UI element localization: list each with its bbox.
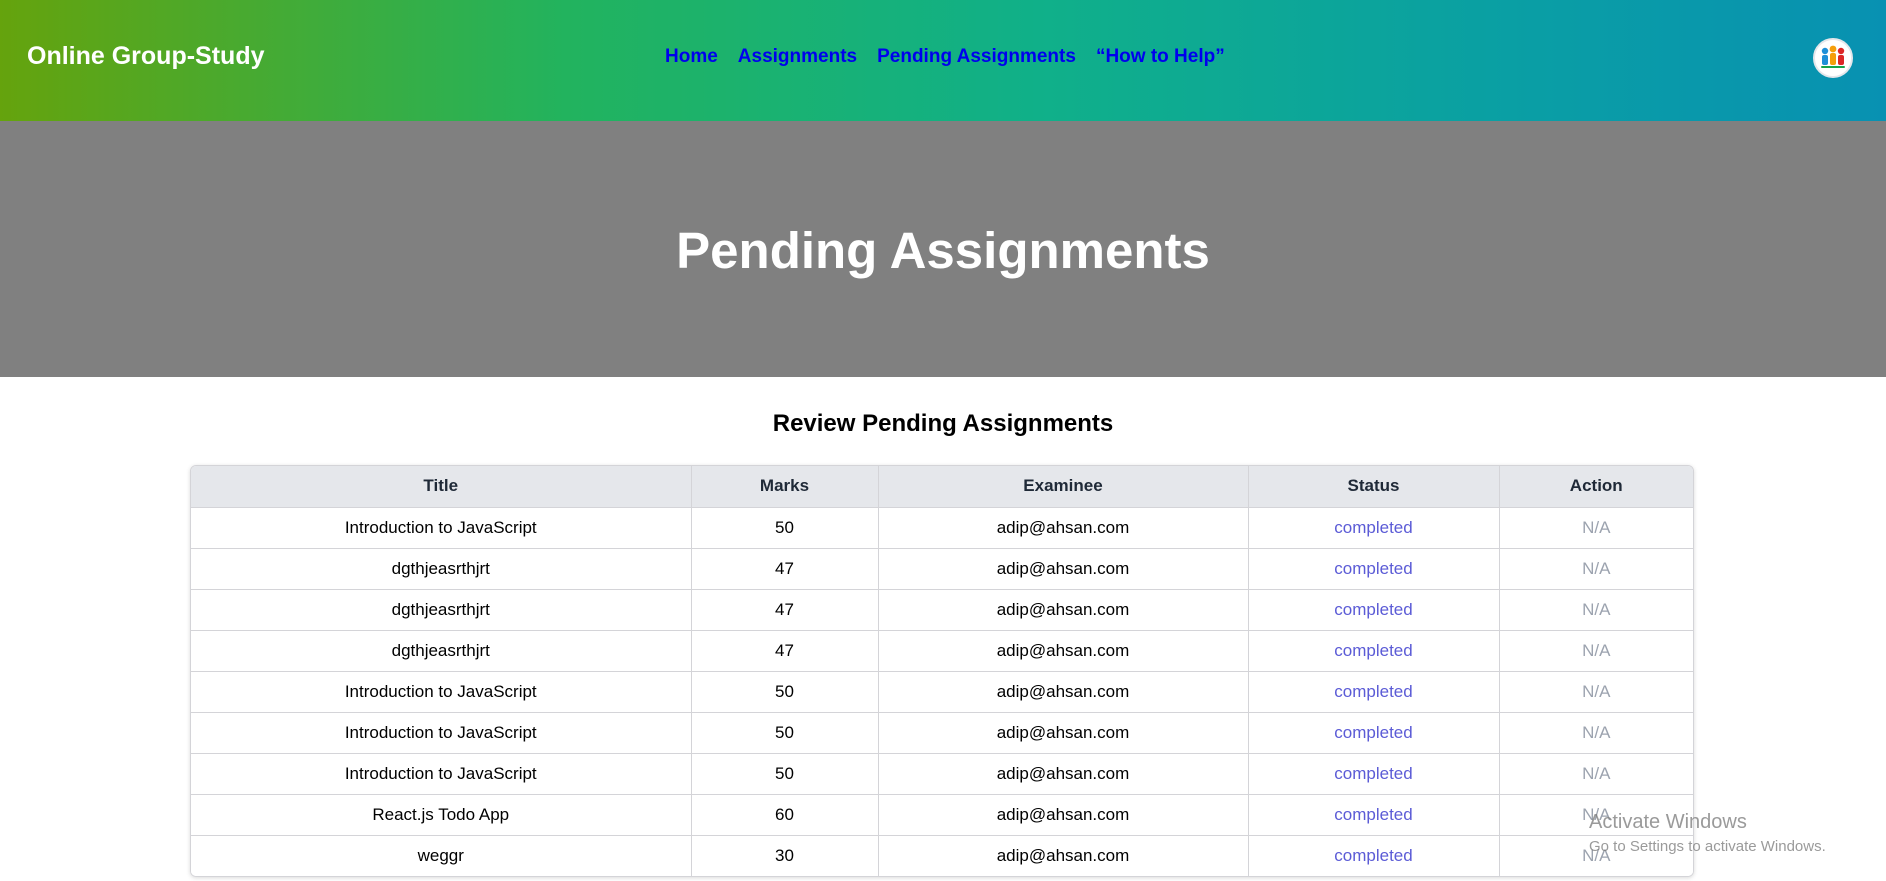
- cell-action: N/A: [1499, 753, 1693, 795]
- cell-action: N/A: [1499, 712, 1693, 754]
- cell-status: completed: [1248, 548, 1500, 590]
- cell-examinee: adip@ahsan.com: [878, 507, 1249, 549]
- column-header-action: Action: [1499, 466, 1693, 508]
- table-row: dgthjeasrthjrt 47 adip@ahsan.com completed N…: [191, 630, 1693, 672]
- cell-title: Introduction to JavaScript: [191, 712, 692, 754]
- table-row: Introduction to JavaScript 50 adip@ahsan.c…: [191, 712, 1693, 754]
- brand-title[interactable]: Online Group-Study: [27, 42, 265, 71]
- table-row: Introduction to JavaScript 50 adip@ahsan.c…: [191, 671, 1693, 713]
- watermark-subtitle: Go to Settings to activate Windows.: [1589, 838, 1826, 855]
- nav-link-pending-assignments[interactable]: Pending Assignments: [877, 46, 1076, 68]
- cell-title: weggr: [191, 835, 692, 876]
- cell-marks: 47: [691, 548, 879, 590]
- table-row: dgthjeasrthjrt 47 adip@ahsan.com completed N…: [191, 548, 1693, 590]
- cell-action: N/A: [1499, 507, 1693, 549]
- cell-marks: 30: [691, 835, 879, 876]
- cell-marks: 47: [691, 630, 879, 672]
- cell-marks: 60: [691, 794, 879, 836]
- column-header-status: Status: [1248, 466, 1500, 508]
- user-group-avatar-icon: [1815, 40, 1851, 76]
- cell-action: N/A: [1499, 671, 1693, 713]
- cell-title: Introduction to JavaScript: [191, 507, 692, 549]
- cell-title: Introduction to JavaScript: [191, 671, 692, 713]
- section-title: Review Pending Assignments: [772, 410, 1114, 437]
- cell-action: N/A: [1499, 548, 1693, 590]
- cell-status: completed: [1248, 671, 1500, 713]
- cell-status: completed: [1248, 835, 1500, 876]
- cell-status: completed: [1248, 589, 1500, 631]
- cell-status: completed: [1248, 794, 1500, 836]
- cell-title: dgthjeasrthjrt: [191, 630, 692, 672]
- windows-activation-watermark: Activate Windows Go to Settings to activ…: [1589, 811, 1826, 855]
- pending-assignments-table: Title Marks Examinee Status Action Intro…: [190, 465, 1694, 877]
- cell-status: completed: [1248, 712, 1500, 754]
- cell-marks: 47: [691, 589, 879, 631]
- cell-action: N/A: [1499, 630, 1693, 672]
- table-row: Introduction to JavaScript 50 adip@ahsan.c…: [191, 753, 1693, 795]
- nav-links: Home Assignments Pending Assignments “Ho…: [665, 46, 1225, 68]
- cell-title: Introduction to JavaScript: [191, 753, 692, 795]
- table-header-row: Title Marks Examinee Status Action: [191, 466, 1693, 508]
- cell-title: React.js Todo App: [191, 794, 692, 836]
- nav-link-assignments[interactable]: Assignments: [738, 46, 857, 68]
- nav-link-home[interactable]: Home: [665, 46, 718, 68]
- column-header-marks: Marks: [691, 466, 879, 508]
- watermark-title: Activate Windows: [1589, 811, 1747, 833]
- cell-examinee: adip@ahsan.com: [878, 753, 1249, 795]
- cell-title: dgthjeasrthjrt: [191, 589, 692, 631]
- cell-status: completed: [1248, 630, 1500, 672]
- cell-examinee: adip@ahsan.com: [878, 712, 1249, 754]
- cell-marks: 50: [691, 753, 879, 795]
- cell-marks: 50: [691, 712, 879, 754]
- user-avatar[interactable]: [1813, 38, 1853, 78]
- table-row: Introduction to JavaScript 50 adip@ahsan.c…: [191, 507, 1693, 549]
- cell-title: dgthjeasrthjrt: [191, 548, 692, 590]
- cell-examinee: adip@ahsan.com: [878, 794, 1249, 836]
- cell-examinee: adip@ahsan.com: [878, 548, 1249, 590]
- cell-examinee: adip@ahsan.com: [878, 589, 1249, 631]
- cell-examinee: adip@ahsan.com: [878, 835, 1249, 876]
- cell-action: N/A: [1499, 589, 1693, 631]
- table-body: Introduction to JavaScript 50 adip@ahsan.c…: [191, 507, 1693, 876]
- cell-status: completed: [1248, 753, 1500, 795]
- column-header-title: Title: [191, 466, 692, 508]
- cell-marks: 50: [691, 507, 879, 549]
- cell-status: completed: [1248, 507, 1500, 549]
- column-header-examinee: Examinee: [878, 466, 1249, 508]
- navbar: Online Group-Study Home Assignments Pend…: [0, 0, 1886, 121]
- table-row: weggr 30 adip@ahsan.com completed N/A: [191, 835, 1693, 876]
- nav-link-how-to-help[interactable]: “How to Help”: [1096, 46, 1225, 68]
- table-row: dgthjeasrthjrt 47 adip@ahsan.com completed N…: [191, 589, 1693, 631]
- page-title: Pending Assignments: [676, 222, 1210, 279]
- cell-marks: 50: [691, 671, 879, 713]
- cell-examinee: adip@ahsan.com: [878, 671, 1249, 713]
- cell-examinee: adip@ahsan.com: [878, 630, 1249, 672]
- table-row: React.js Todo App 60 adip@ahsan.com complet…: [191, 794, 1693, 836]
- hero-banner: Pending Assignments: [0, 121, 1886, 377]
